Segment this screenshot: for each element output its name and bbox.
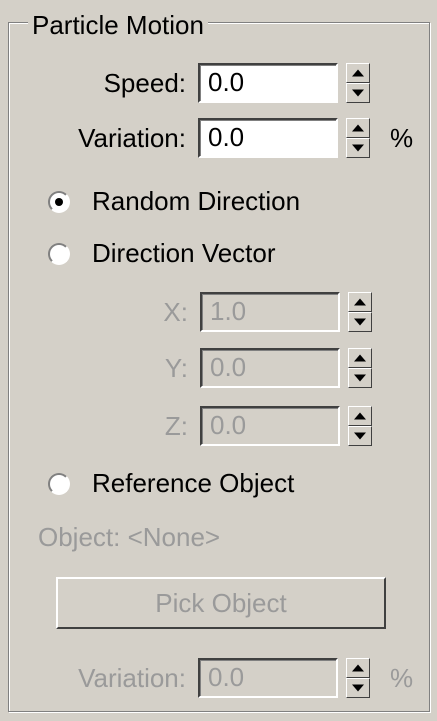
pick-object-button[interactable]: Pick Object — [56, 577, 386, 629]
spinner-down-icon[interactable] — [348, 368, 372, 388]
variation-label: Variation: — [78, 122, 186, 153]
variation-row: Variation: 0.0 % — [62, 118, 413, 158]
reference-variation-unit: % — [390, 662, 414, 693]
vector-x-row: X: 1.0 — [148, 292, 372, 332]
radio-label: Random Direction — [92, 186, 301, 216]
vector-x-label: X: — [163, 296, 188, 327]
variation-field[interactable]: 0.0 — [198, 118, 338, 158]
radio-unchecked-icon[interactable] — [48, 242, 70, 265]
vector-z-spinner[interactable] — [348, 406, 372, 446]
radio-label: Direction Vector — [92, 238, 276, 268]
group-title: Particle Motion — [28, 8, 208, 42]
speed-field[interactable]: 0.0 — [198, 63, 338, 103]
vector-z-field[interactable]: 0.0 — [200, 406, 340, 446]
speed-label: Speed: — [103, 67, 186, 98]
variation-spinner[interactable] — [346, 118, 370, 158]
speed-spinner[interactable] — [346, 63, 370, 103]
vector-y-label: Y: — [164, 352, 188, 383]
radio-unchecked-icon[interactable] — [48, 472, 70, 495]
spinner-down-icon[interactable] — [348, 426, 372, 446]
vector-z-label: Z: — [164, 410, 188, 441]
spinner-up-icon[interactable] — [348, 406, 372, 426]
reference-variation-spinner[interactable] — [346, 658, 370, 698]
reference-variation-label: Variation: — [78, 662, 186, 693]
reference-variation-row: Variation: 0.0 % — [62, 658, 413, 698]
spinner-down-icon[interactable] — [346, 138, 370, 158]
spinner-up-icon[interactable] — [346, 118, 370, 138]
object-label: Object: <None> — [38, 522, 221, 552]
vector-y-row: Y: 0.0 — [148, 348, 372, 388]
vector-y-spinner[interactable] — [348, 348, 372, 388]
spinner-up-icon[interactable] — [346, 63, 370, 83]
radio-label: Reference Object — [92, 468, 295, 498]
spinner-up-icon[interactable] — [348, 292, 372, 312]
vector-z-row: Z: 0.0 — [148, 406, 372, 446]
radio-checked-icon[interactable] — [48, 190, 70, 213]
spinner-down-icon[interactable] — [348, 312, 372, 332]
vector-y-field[interactable]: 0.0 — [200, 348, 340, 388]
radio-reference-object[interactable]: Reference Object — [48, 468, 294, 499]
spinner-down-icon[interactable] — [346, 83, 370, 103]
radio-random-direction[interactable]: Random Direction — [48, 186, 300, 217]
spinner-up-icon[interactable] — [346, 658, 370, 678]
spinner-up-icon[interactable] — [348, 348, 372, 368]
vector-x-field[interactable]: 1.0 — [200, 292, 340, 332]
reference-variation-field[interactable]: 0.0 — [198, 658, 338, 698]
speed-row: Speed: 0.0 — [94, 63, 370, 103]
vector-x-spinner[interactable] — [348, 292, 372, 332]
spinner-down-icon[interactable] — [346, 678, 370, 698]
variation-unit: % — [390, 122, 414, 153]
radio-direction-vector[interactable]: Direction Vector — [48, 238, 276, 269]
